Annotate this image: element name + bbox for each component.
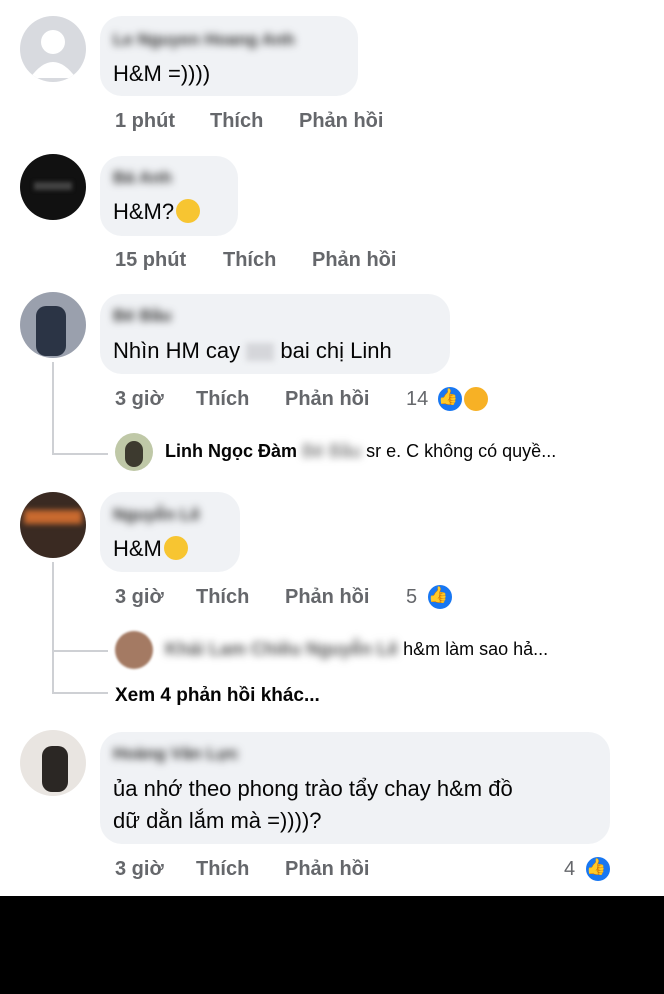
avatar[interactable] [20,16,86,82]
reply-button[interactable]: Phản hồi [285,586,369,609]
reply-button[interactable]: Phản hồi [312,249,396,272]
reaction-count[interactable]: 4 [564,858,575,881]
avatar[interactable] [20,154,86,220]
like-button[interactable]: Thích [196,388,249,411]
reply-text: h&m làm sao hả... [403,639,549,659]
comment-author[interactable]: Bé Bầu [113,306,172,326]
comment-text-content: bai chị Linh [280,338,392,363]
reply-author[interactable]: Khải Lam Chiêu Nguyễn Lê [165,639,398,659]
avatar[interactable] [20,292,86,358]
view-more-replies-link[interactable]: Xem 4 phản hồi khác... [115,685,320,707]
like-reaction-icon [584,855,612,883]
comment-text: ủa nhớ theo phong trào tẩy chay h&m đồ [113,776,513,801]
comment-text: H&M =)))) [113,61,211,86]
reply-preview[interactable]: Linh Ngọc Đàm Bé Bầu sr e. C không có qu… [165,441,556,462]
comment-author[interactable]: Le Nguyen Hoang Anh [113,30,295,50]
reaction-count[interactable]: 14 [406,388,428,411]
thinking-face-icon [176,199,201,223]
comment-section: Le Nguyen Hoang Anh H&M =)))) 1 phút Thí… [0,0,664,896]
comment-text: dữ dằn lắm mà =))))? [113,808,322,833]
like-reaction-icon [426,583,454,611]
blurred-word [246,343,275,362]
avatar[interactable] [115,631,153,669]
like-reaction-icon [436,385,464,413]
comment-time[interactable]: 1 phút [115,110,175,133]
thread-line [52,692,108,694]
comment-text-content: Nhìn HM cay [113,338,241,363]
reply-button[interactable]: Phản hồi [285,858,369,881]
worried-face-icon [163,536,188,560]
reply-text: sr e. C không có quyề... [366,441,557,461]
thread-line [52,453,108,455]
like-button[interactable]: Thích [210,110,263,133]
comment-author[interactable]: Bá Anh [113,168,172,188]
comment-text: H&M? [113,199,201,225]
reply-button[interactable]: Phản hồi [299,110,383,133]
avatar[interactable] [20,492,86,558]
comment-text: Nhìn HM cay bai chị Linh [113,338,392,364]
comment-author[interactable]: Hoàng Văn Lực [113,744,239,764]
reply-button[interactable]: Phản hồi [285,388,369,411]
laugh-reaction-icon [462,385,490,413]
avatar[interactable] [20,730,86,796]
comment-time[interactable]: 15 phút [115,249,186,272]
comment-author[interactable]: Nguyễn Lê [113,505,200,525]
reaction-count[interactable]: 5 [406,586,417,609]
comment-text: H&M [113,536,188,562]
comment-time[interactable]: 3 giờ [115,388,164,411]
default-avatar-icon [30,30,76,78]
thread-line [52,650,108,652]
comment-text-content: H&M [113,536,162,561]
reply-author[interactable]: Linh Ngọc Đàm [165,441,297,461]
reply-mention: Bé Bầu [302,441,362,461]
like-button[interactable]: Thích [196,858,249,881]
thread-line [52,362,54,454]
comment-time[interactable]: 3 giờ [115,858,164,881]
reply-preview[interactable]: Khải Lam Chiêu Nguyễn Lê h&m làm sao hả.… [165,639,548,660]
comment-text-content: H&M? [113,199,175,224]
thread-line [52,562,54,692]
like-button[interactable]: Thích [223,249,276,272]
like-button[interactable]: Thích [196,586,249,609]
avatar[interactable] [115,433,153,471]
comment-time[interactable]: 3 giờ [115,586,164,609]
